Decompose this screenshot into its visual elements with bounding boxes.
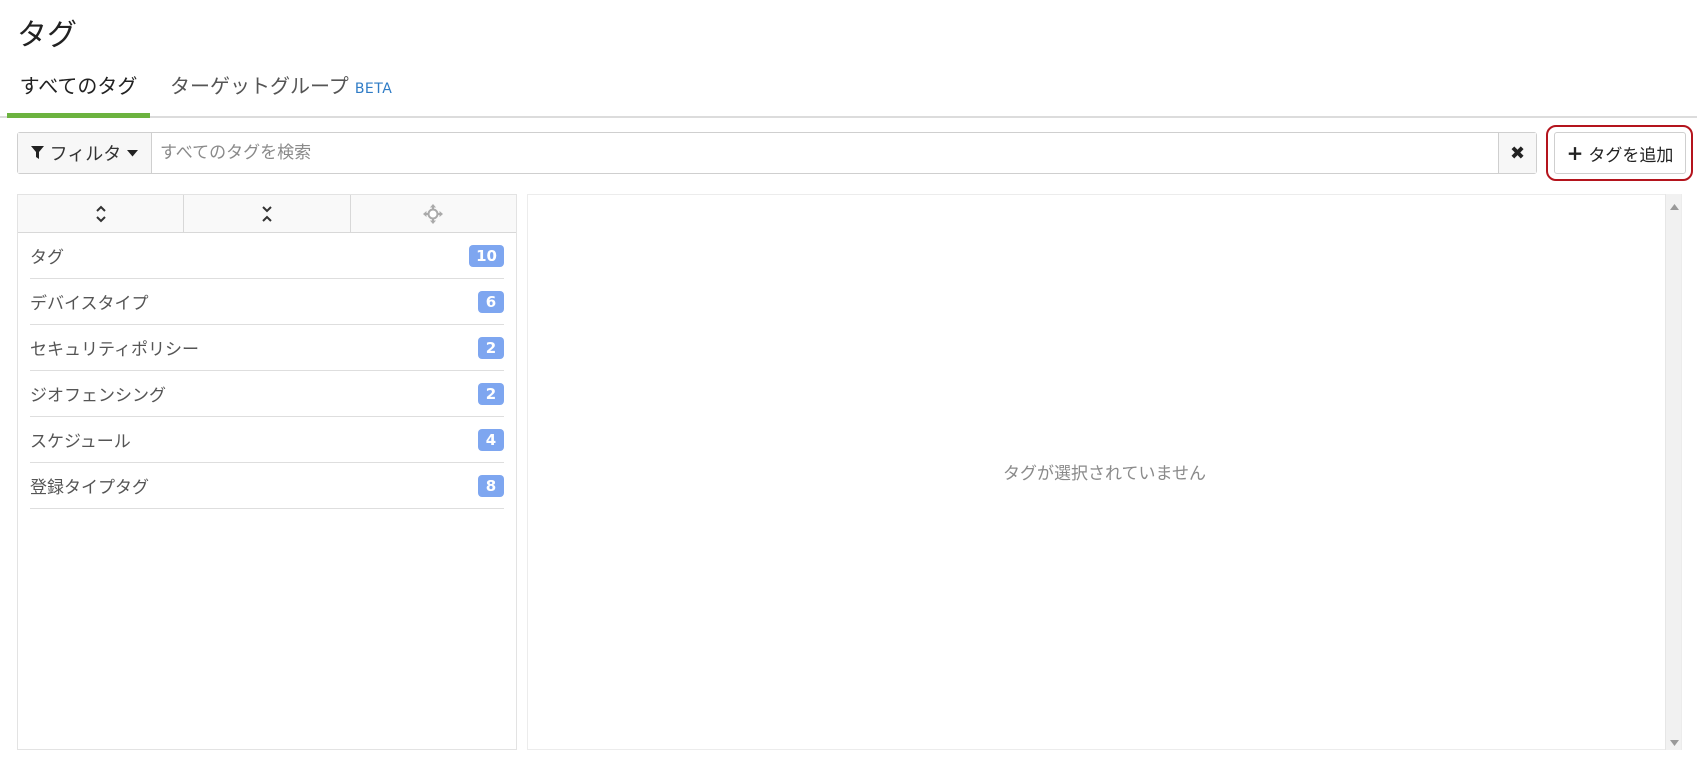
count-badge: 8 (478, 474, 504, 497)
empty-state-message: タグが選択されていません (1003, 464, 1206, 484)
tag-category-enrollment-type[interactable]: 登録タイプタグ 8 (30, 463, 504, 509)
collapse-all-icon (261, 204, 273, 224)
tab-all-tags-label: すべてのタグ (19, 74, 138, 98)
expand-all-button[interactable] (18, 195, 185, 232)
add-tag-button[interactable]: + タグを追加 (1554, 132, 1686, 174)
clear-search-button[interactable]: ✖ (1498, 133, 1536, 173)
move-button[interactable] (350, 195, 516, 232)
tag-category-panel: タグ 10 デバイスタイプ 6 セキュリティポリシー 2 ジオフェンシング 2 … (17, 194, 517, 750)
count-badge: 10 (469, 244, 504, 267)
count-badge: 2 (478, 382, 504, 405)
tag-category-schedule[interactable]: スケジュール 4 (30, 417, 504, 463)
tag-category-label: デバイスタイプ (30, 294, 149, 314)
filter-dropdown-button[interactable]: フィルタ (18, 133, 152, 173)
tag-category-label: 登録タイプタグ (30, 478, 149, 498)
tag-category-tags[interactable]: タグ 10 (30, 233, 504, 279)
tab-target-groups-label: ターゲットグループ (170, 74, 349, 98)
tag-category-list: タグ 10 デバイスタイプ 6 セキュリティポリシー 2 ジオフェンシング 2 … (18, 233, 516, 509)
scroll-down-button[interactable] (1666, 732, 1682, 748)
count-badge: 2 (478, 336, 504, 359)
tag-category-label: ジオフェンシング (30, 386, 166, 406)
tab-bar: すべてのタグ ターゲットグループ BETA (0, 62, 1697, 118)
tab-target-groups[interactable]: ターゲットグループ BETA (170, 70, 392, 118)
scroll-down-arrow-icon (1669, 731, 1679, 750)
filter-button-label: フィルタ (49, 144, 122, 165)
count-badge: 6 (478, 290, 504, 313)
caret-down-icon (127, 149, 139, 157)
tree-toolbar (18, 195, 516, 233)
tag-category-label: セキュリティポリシー (30, 340, 199, 360)
tag-category-label: タグ (30, 248, 64, 268)
tag-category-geofencing[interactable]: ジオフェンシング 2 (30, 371, 504, 417)
expand-all-icon (95, 204, 107, 224)
plus-icon: + (1566, 141, 1584, 165)
count-badge: 4 (478, 428, 504, 451)
collapse-all-button[interactable] (184, 195, 351, 232)
tag-category-security-policy[interactable]: セキュリティポリシー 2 (30, 325, 504, 371)
scroll-up-arrow-icon (1669, 195, 1679, 214)
scroll-up-button[interactable] (1666, 196, 1682, 212)
close-icon: ✖ (1509, 142, 1526, 164)
funnel-icon (30, 146, 44, 160)
tab-all-tags[interactable]: すべてのタグ (7, 70, 150, 118)
filter-bar: フィルタ ✖ (17, 132, 1537, 174)
beta-badge: BETA (354, 81, 393, 97)
add-tag-label: タグを追加 (1588, 145, 1674, 166)
move-icon (422, 203, 444, 225)
tag-detail-panel: タグが選択されていません (527, 194, 1682, 750)
tag-category-device-type[interactable]: デバイスタイプ 6 (30, 279, 504, 325)
detail-scrollbar[interactable] (1665, 194, 1681, 750)
search-input[interactable] (152, 133, 1498, 173)
page-title: タグ (17, 18, 77, 53)
tag-category-label: スケジュール (30, 432, 131, 452)
